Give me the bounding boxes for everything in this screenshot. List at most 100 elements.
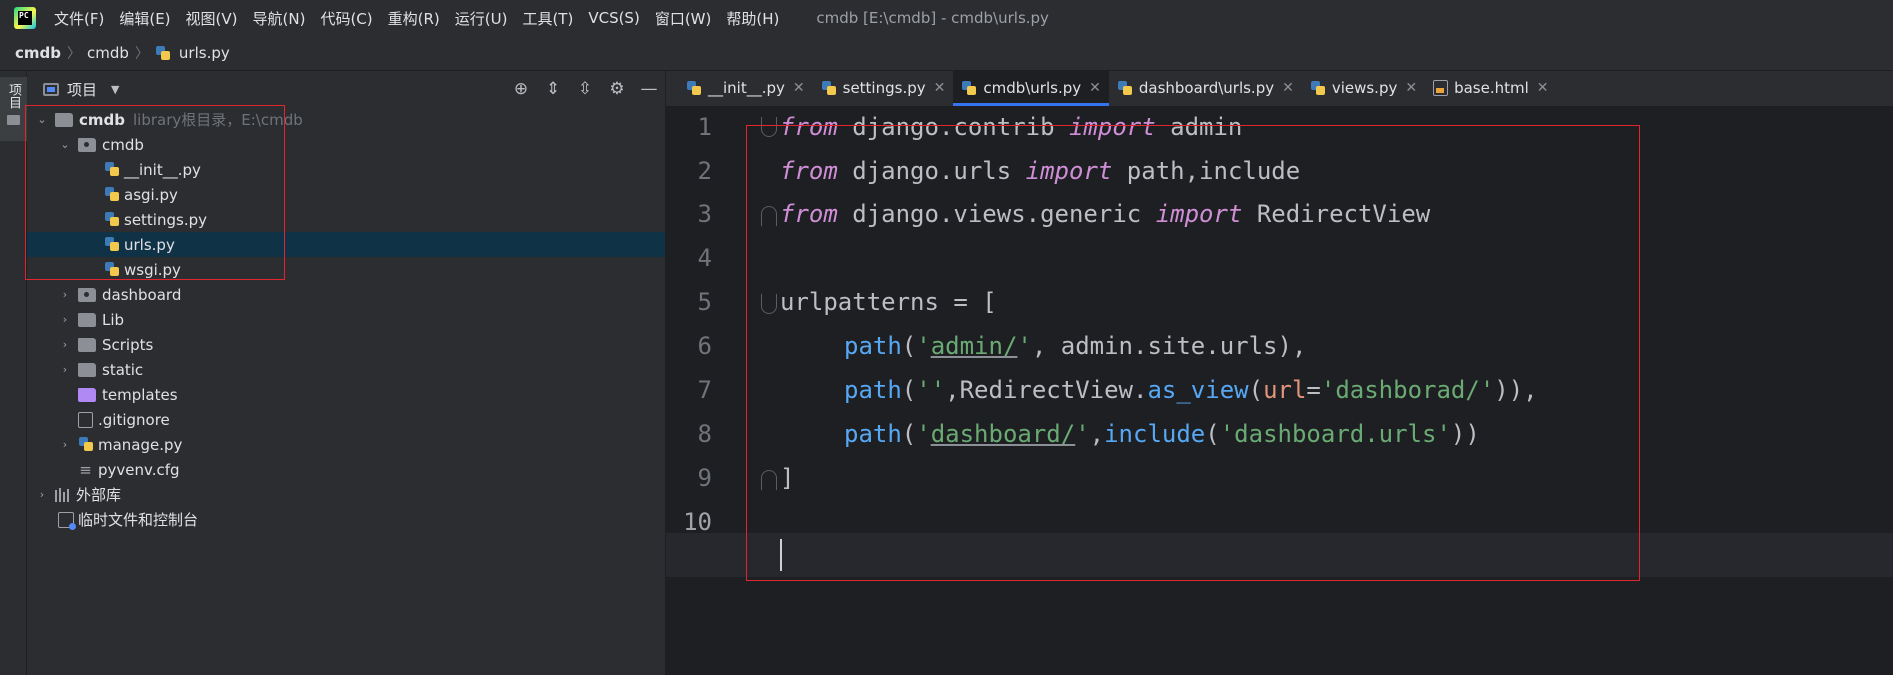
- folder-icon: [7, 115, 20, 125]
- code-editor[interactable]: 1 2 3 4 5 6 7 8 9 10 from django.contrib…: [666, 107, 1893, 675]
- tree-item-cmdb-package[interactable]: ⌄ cmdb: [27, 132, 665, 157]
- library-icon: [55, 487, 73, 502]
- fold-open-icon[interactable]: [761, 117, 777, 137]
- code-line-2: from django.urls import path,include: [780, 157, 1301, 185]
- tree-item-static[interactable]: › static: [27, 357, 665, 382]
- python-file-icon: [78, 436, 94, 453]
- menu-window[interactable]: 窗口(W): [655, 8, 712, 29]
- tree-item-settings-py[interactable]: settings.py: [27, 207, 665, 232]
- project-panel-title[interactable]: 项目: [67, 79, 97, 100]
- line-number: 3: [697, 200, 712, 228]
- tree-item-templates[interactable]: › templates: [27, 382, 665, 407]
- ignore-file-icon: [78, 411, 93, 428]
- tab-dashboard-urls-py[interactable]: dashboard\urls.py ✕: [1109, 70, 1302, 106]
- chevron-right-icon[interactable]: ›: [58, 338, 72, 351]
- menu-code[interactable]: 代码(C): [320, 8, 372, 29]
- code-line-5: urlpatterns = [: [780, 288, 997, 316]
- tab-init-py[interactable]: __init__.py ✕: [678, 70, 813, 106]
- tree-item-dashboard[interactable]: › dashboard: [27, 282, 665, 307]
- tab-base-html[interactable]: base.html ✕: [1425, 70, 1556, 106]
- folder-icon: [55, 112, 73, 127]
- chevron-right-icon[interactable]: ›: [58, 363, 72, 376]
- chevron-right-icon[interactable]: ›: [58, 288, 72, 301]
- line-number: 10: [683, 508, 712, 536]
- menu-bar: PC 文件(F) 编辑(E) 视图(V) 导航(N) 代码(C) 重构(R) 运…: [0, 0, 1893, 36]
- tree-item-gitignore[interactable]: .gitignore: [27, 407, 665, 432]
- fold-close-icon[interactable]: [761, 206, 777, 226]
- tree-item-cmdb-root[interactable]: ⌄ cmdb library根目录，E:\cmdb: [27, 107, 665, 132]
- collapse-all-icon[interactable]: ⇳: [575, 79, 595, 99]
- tree-item-wsgi-py[interactable]: wsgi.py: [27, 257, 665, 282]
- folder-icon: [78, 362, 96, 377]
- fold-close-icon[interactable]: [761, 470, 777, 490]
- menu-navigate[interactable]: 导航(N): [253, 8, 306, 29]
- current-line-highlight: [666, 533, 1893, 577]
- code-line-1: from django.contrib import admin: [780, 113, 1243, 141]
- folder-icon: [78, 312, 96, 327]
- close-icon[interactable]: ✕: [1537, 80, 1549, 96]
- line-number: 6: [697, 332, 712, 360]
- close-icon[interactable]: ✕: [1282, 80, 1294, 96]
- expand-all-icon[interactable]: ⇕: [543, 79, 563, 99]
- breadcrumb-project[interactable]: cmdb: [15, 44, 61, 62]
- line-number: 7: [697, 376, 712, 404]
- tree-item-external-libraries[interactable]: › 外部库: [27, 482, 665, 507]
- tree-item-scratches[interactable]: 临时文件和控制台: [27, 507, 665, 532]
- close-icon[interactable]: ✕: [1089, 80, 1101, 96]
- tree-item-scripts[interactable]: › Scripts: [27, 332, 665, 357]
- chevron-down-icon[interactable]: ▼: [111, 83, 119, 96]
- locate-icon[interactable]: ⊕: [511, 79, 531, 99]
- python-file-icon: [686, 80, 702, 97]
- folder-icon: [78, 337, 96, 352]
- code-line-6: path('admin/', admin.site.urls),: [844, 332, 1307, 360]
- left-tool-strip: 项目: [0, 71, 27, 675]
- python-file-icon: [104, 211, 120, 228]
- menu-view[interactable]: 视图(V): [186, 8, 238, 29]
- menu-refactor[interactable]: 重构(R): [388, 8, 440, 29]
- project-tree: ⌄ cmdb library根目录，E:\cmdb ⌄ cmdb __init_…: [27, 107, 665, 532]
- project-panel: 项目 ▼ ⊕ ⇕ ⇳ ⚙ — ⌄ cmdb library根目录，E:\cmdb…: [27, 71, 666, 675]
- python-file-icon: [104, 236, 120, 253]
- close-icon[interactable]: ✕: [1405, 80, 1417, 96]
- chevron-down-icon[interactable]: ⌄: [58, 138, 72, 151]
- tree-item-pyvenv-cfg[interactable]: ≡ pyvenv.cfg: [27, 457, 665, 482]
- close-icon[interactable]: ✕: [934, 80, 946, 96]
- chevron-right-icon[interactable]: ›: [35, 488, 49, 501]
- tree-item-manage-py[interactable]: › manage.py: [27, 432, 665, 457]
- project-tool-label: 项目: [6, 83, 21, 109]
- editor-tabs: __init__.py ✕ settings.py ✕ cmdb\urls.py…: [666, 70, 1893, 107]
- python-file-icon: [104, 161, 120, 178]
- tab-views-py[interactable]: views.py ✕: [1302, 70, 1425, 106]
- project-tool-tab[interactable]: 项目: [0, 77, 27, 141]
- menu-file[interactable]: 文件(F): [54, 8, 104, 29]
- chevron-right-icon[interactable]: ›: [58, 313, 72, 326]
- config-file-icon: ≡: [79, 460, 92, 479]
- breadcrumb-folder[interactable]: cmdb: [87, 44, 129, 62]
- menu-tools[interactable]: 工具(T): [522, 8, 573, 29]
- python-file-icon: [1310, 80, 1326, 97]
- chevron-right-icon[interactable]: ›: [58, 438, 72, 451]
- tree-item-urls-py[interactable]: urls.py: [27, 232, 665, 257]
- line-number: 8: [697, 420, 712, 448]
- menu-vcs[interactable]: VCS(S): [588, 9, 639, 27]
- gear-icon[interactable]: ⚙: [607, 79, 627, 99]
- menu-run[interactable]: 运行(U): [455, 8, 508, 29]
- menu-help[interactable]: 帮助(H): [726, 8, 779, 29]
- python-file-icon: [104, 261, 120, 278]
- fold-open-icon[interactable]: [761, 294, 777, 314]
- project-panel-header: 项目 ▼ ⊕ ⇕ ⇳ ⚙ —: [27, 71, 665, 107]
- close-icon[interactable]: ✕: [793, 80, 805, 96]
- tab-cmdb-urls-py[interactable]: cmdb\urls.py ✕: [953, 70, 1109, 106]
- tree-item-asgi-py[interactable]: asgi.py: [27, 182, 665, 207]
- tree-item-lib[interactable]: › Lib: [27, 307, 665, 332]
- text-cursor: [780, 539, 782, 571]
- tree-item-init-py[interactable]: __init__.py: [27, 157, 665, 182]
- menu-edit[interactable]: 编辑(E): [119, 8, 170, 29]
- minimize-icon[interactable]: —: [639, 79, 659, 99]
- templates-folder-icon: [78, 387, 96, 402]
- python-file-icon: [821, 80, 837, 97]
- tab-settings-py[interactable]: settings.py ✕: [813, 70, 954, 106]
- code-line-7: path('',RedirectView.as_view(url='dashbo…: [844, 376, 1538, 404]
- breadcrumb-file[interactable]: urls.py: [155, 44, 230, 62]
- chevron-down-icon[interactable]: ⌄: [35, 113, 49, 126]
